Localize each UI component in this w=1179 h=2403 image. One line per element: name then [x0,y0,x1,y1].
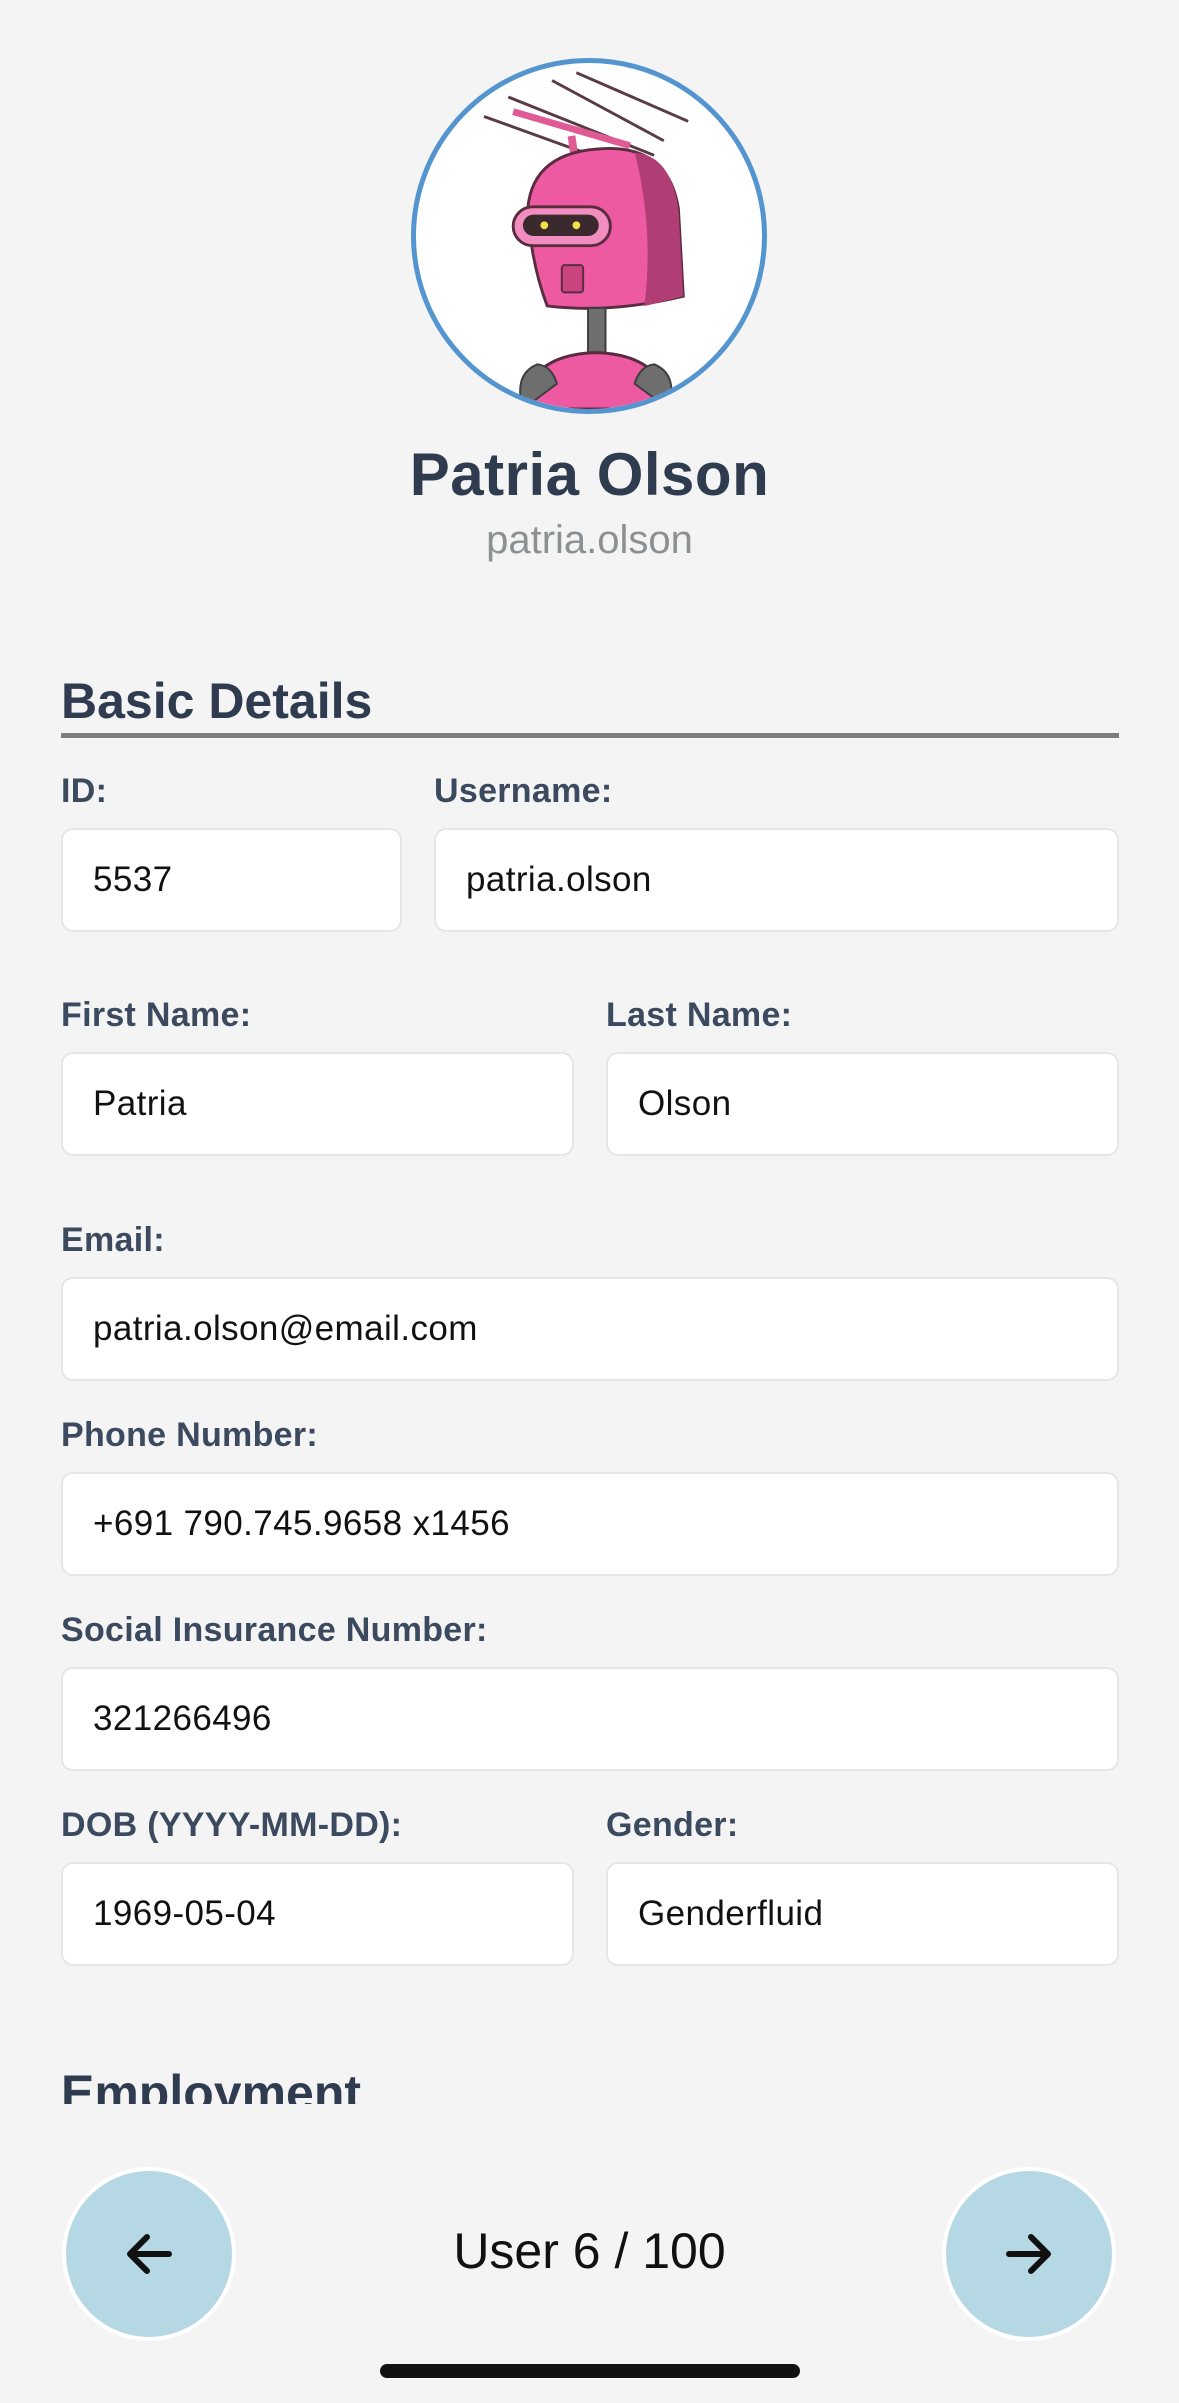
gender-label: Gender: [606,1806,739,1844]
robot-avatar-icon [483,71,689,409]
section-divider [61,733,1119,738]
sin-label: Social Insurance Number: [61,1611,488,1649]
id-field[interactable]: 5537 [61,828,402,932]
username-field[interactable]: patria.olson [434,828,1119,932]
last-name-label: Last Name: [606,996,793,1034]
section-title-basic-details: Basic Details [61,673,373,729]
id-label: ID: [61,772,108,810]
section-title-employment: Employment [61,2064,361,2104]
email-label: Email: [61,1221,165,1259]
next-user-button[interactable] [942,2167,1116,2341]
first-name-field[interactable]: Patria [61,1052,574,1156]
dob-field[interactable]: 1969-05-04 [61,1862,574,1966]
phone-label: Phone Number: [61,1416,319,1454]
first-name-label: First Name: [61,996,252,1034]
section-title-employment-text: Employment [61,2065,362,2104]
home-indicator [380,2364,800,2378]
dob-label: DOB (YYYY-MM-DD): [61,1806,403,1844]
last-name-field[interactable]: Olson [606,1052,1119,1156]
profile-avatar [411,58,767,414]
email-field[interactable]: patria.olson@email.com [61,1277,1119,1381]
gender-field[interactable]: Genderfluid [606,1862,1119,1966]
sin-field[interactable]: 321266496 [61,1667,1119,1771]
profile-name: Patria Olson [409,441,770,508]
phone-field[interactable]: +691 790.745.9658 x1456 [61,1472,1119,1576]
arrow-right-icon [1006,2234,1051,2274]
username-label: Username: [434,772,613,810]
profile-username: patria.olson [486,518,693,562]
